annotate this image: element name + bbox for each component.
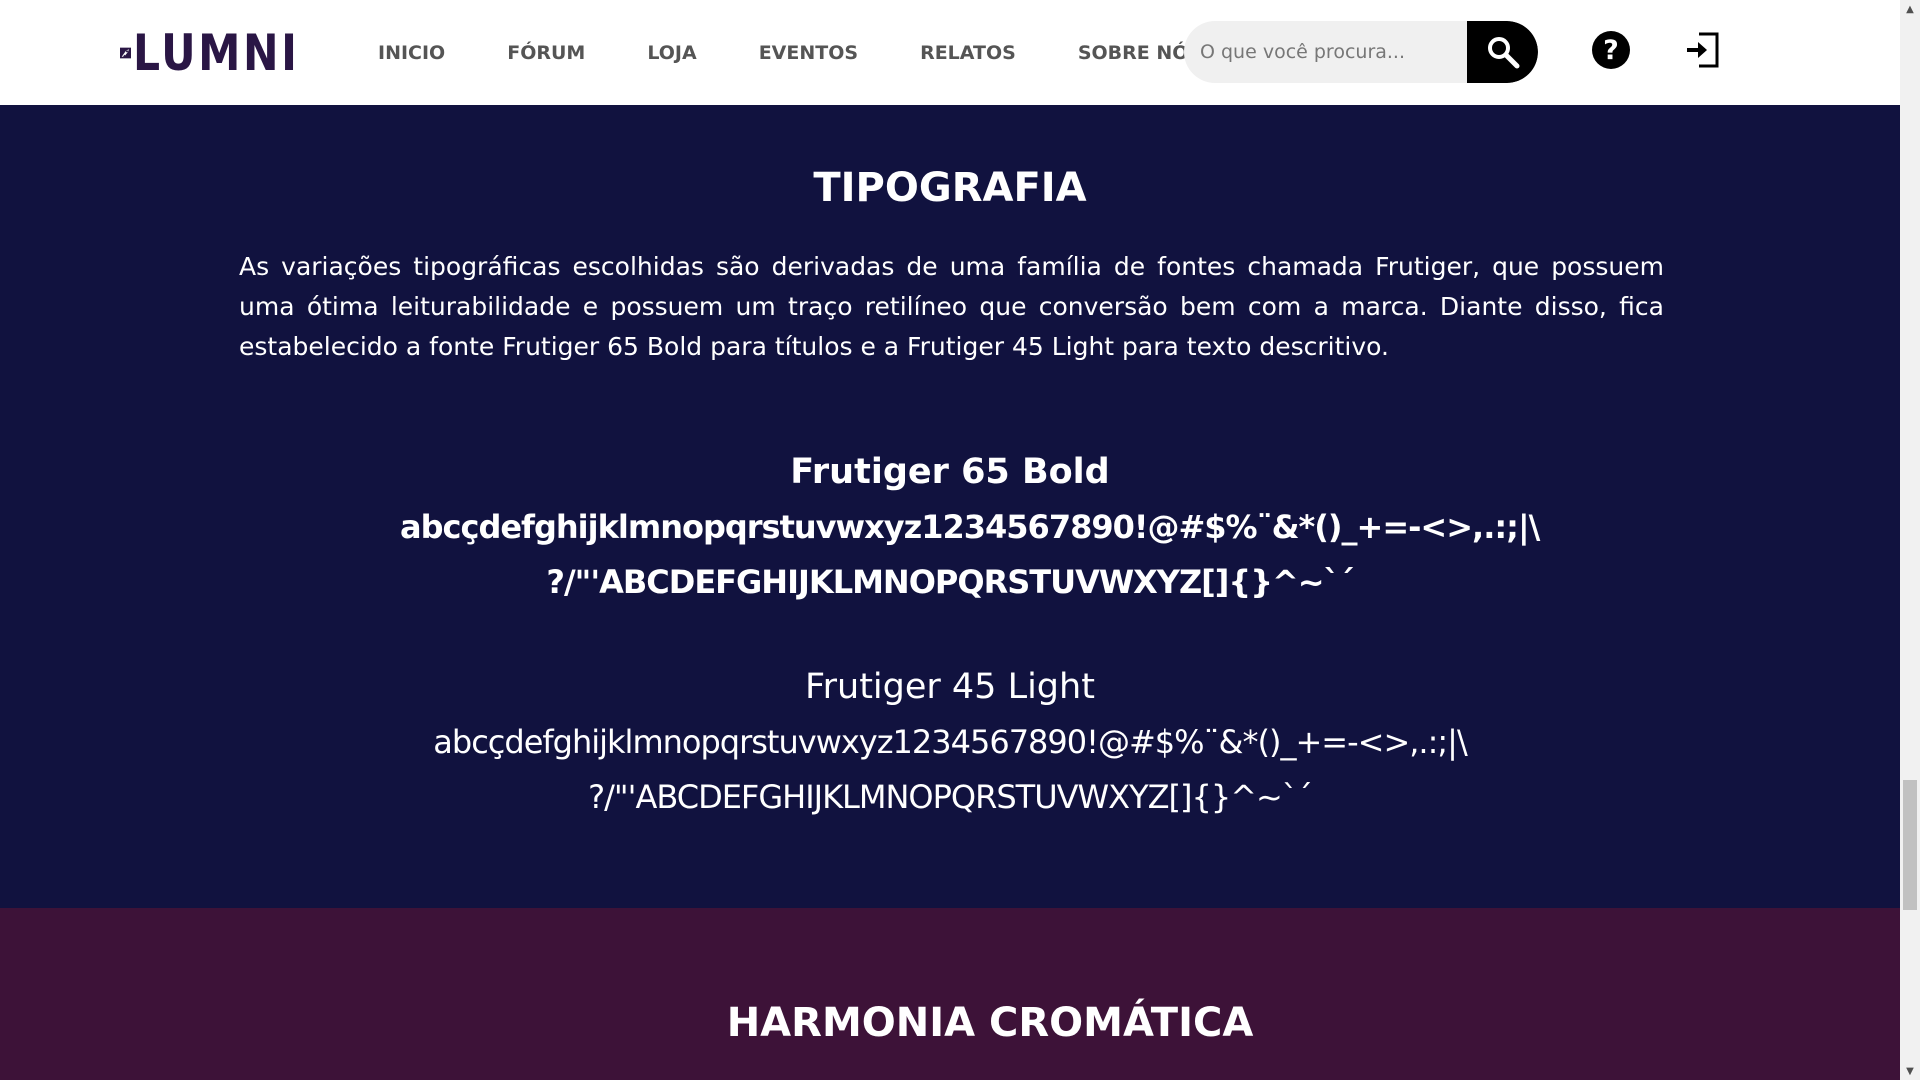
font-sample-line: ?/"'ABCDEFGHIJKLMNOPQRSTUVWXYZ[]{}^~`´ <box>546 563 1354 601</box>
main-nav: INICIO FÓRUM LOJA EVENTOS RELATOS SOBRE … <box>378 0 1202 105</box>
tipografia-title: TIPOGRAFIA <box>813 165 1087 211</box>
font-sample-light: Frutiger 45 Light abcçdefghijklmnopqrstu… <box>400 660 1500 825</box>
logo-wordmark: LUMNI <box>133 24 300 82</box>
search-button[interactable] <box>1467 21 1538 83</box>
login-icon[interactable] <box>1685 30 1721 70</box>
harmonia-section: HARMONIA CROMÁTICA <box>0 908 1900 1080</box>
logo-mark-icon <box>120 47 132 59</box>
font-sample-line: ?/"'ABCDEFGHIJKLMNOPQRSTUVWXYZ[]{}^~`´ <box>588 778 1313 816</box>
help-icon: ? <box>1603 34 1619 66</box>
harmonia-title: HARMONIA CROMÁTICA <box>726 1000 1254 1046</box>
nav-item-forum[interactable]: FÓRUM <box>507 42 585 64</box>
site-header: LUMNI INICIO FÓRUM LOJA EVENTOS RELATOS … <box>0 0 1900 105</box>
search-icon <box>1487 37 1519 69</box>
nav-item-loja[interactable]: LOJA <box>647 42 696 64</box>
nav-item-inicio[interactable]: INICIO <box>378 42 445 64</box>
search-box <box>1184 21 1538 83</box>
scroll-up-icon[interactable]: ▲ <box>1900 0 1920 18</box>
font-sample-line: abcçdefghijklmnopqrstuvwxyz1234567890!@#… <box>433 723 1467 761</box>
font-sample-bold: Frutiger 65 Bold abcçdefghijklmnopqrstuv… <box>400 445 1540 610</box>
tipografia-section: TIPOGRAFIA As variações tipográficas esc… <box>0 105 1900 908</box>
font-sample-line: abcçdefghijklmnopqrstuvwxyz1234567890!@#… <box>400 508 1540 546</box>
page-scrollbar[interactable]: ▲ ▼ <box>1900 0 1920 1080</box>
font-sample-name: Frutiger 45 Light <box>805 667 1095 707</box>
scrollbar-thumb[interactable] <box>1903 780 1917 910</box>
lumni-logo[interactable]: LUMNI <box>120 27 329 79</box>
tipografia-description: As variações tipográficas escolhidas são… <box>239 252 1664 361</box>
nav-item-eventos[interactable]: EVENTOS <box>759 42 858 64</box>
nav-item-relatos[interactable]: RELATOS <box>920 42 1016 64</box>
scroll-down-icon[interactable]: ▼ <box>1900 1062 1920 1080</box>
font-sample-name: Frutiger 65 Bold <box>790 452 1110 492</box>
help-button[interactable]: ? <box>1592 31 1630 69</box>
search-input[interactable] <box>1184 21 1468 83</box>
